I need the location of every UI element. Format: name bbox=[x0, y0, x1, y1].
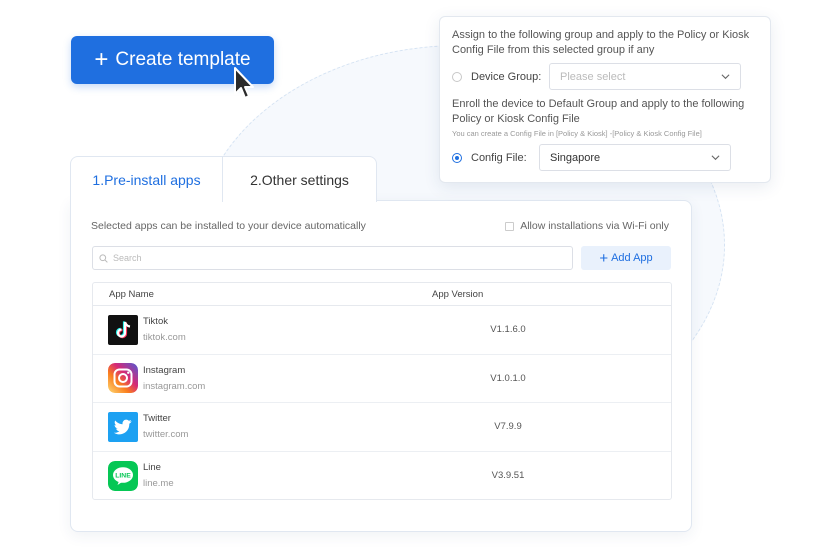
tab-other-settings[interactable]: 2.Other settings bbox=[223, 156, 377, 202]
app-version: V1.1.6.0 bbox=[490, 324, 526, 336]
config-file-label: Config File: bbox=[471, 151, 527, 164]
instagram-icon bbox=[108, 363, 138, 394]
config-file-value: Singapore bbox=[550, 151, 601, 164]
search-icon bbox=[99, 253, 108, 263]
app-name: Instagram bbox=[143, 364, 186, 376]
table-row[interactable]: Tiktok tiktok.com V1.1.6.0 bbox=[93, 306, 671, 355]
assign-description: Assign to the following group and apply … bbox=[452, 29, 750, 56]
pre-install-apps-panel: Selected apps can be installed to your d… bbox=[70, 200, 692, 532]
wifi-only-option[interactable]: Allow installations via Wi-Fi only bbox=[505, 220, 669, 232]
config-file-hint: You can create a Config File in [Policy … bbox=[452, 129, 702, 138]
create-template-label: Create template bbox=[115, 49, 251, 70]
app-version: V1.0.1.0 bbox=[490, 372, 526, 384]
app-name: Line bbox=[143, 462, 161, 474]
twitter-icon bbox=[108, 411, 138, 442]
app-name: Twitter bbox=[143, 413, 171, 425]
app-domain: tiktok.com bbox=[143, 332, 186, 344]
table-header: App Name App Version bbox=[93, 283, 671, 306]
search-placeholder: Search bbox=[113, 253, 142, 263]
app-name: Tiktok bbox=[143, 316, 168, 328]
search-input[interactable]: Search bbox=[92, 246, 573, 270]
mouse-cursor-icon bbox=[234, 67, 254, 99]
device-group-radio[interactable] bbox=[452, 71, 462, 82]
app-domain: instagram.com bbox=[143, 380, 206, 392]
device-group-placeholder: Please select bbox=[560, 70, 626, 83]
settings-tabs: 1.Pre-install apps 2.Other settings bbox=[70, 156, 377, 202]
chevron-down-icon bbox=[721, 74, 730, 80]
table-row[interactable]: Instagram instagram.com V1.0.1.0 bbox=[93, 355, 671, 403]
column-app-version: App Version bbox=[432, 288, 484, 300]
group-config-popup: Assign to the following group and apply … bbox=[439, 16, 771, 183]
device-group-select[interactable]: Please select bbox=[549, 63, 741, 90]
line-icon: LINE bbox=[108, 460, 138, 491]
panel-description: Selected apps can be installed to your d… bbox=[91, 220, 366, 232]
config-file-select[interactable]: Singapore bbox=[539, 144, 731, 171]
device-group-label: Device Group: bbox=[471, 70, 542, 83]
app-domain: twitter.com bbox=[143, 429, 189, 441]
add-app-button[interactable]: + Add App bbox=[581, 246, 671, 270]
plus-icon: + bbox=[94, 46, 109, 73]
app-version: V7.9.9 bbox=[494, 421, 522, 433]
wifi-only-checkbox[interactable] bbox=[505, 221, 515, 231]
config-file-radio[interactable] bbox=[452, 152, 462, 163]
plus-icon: + bbox=[599, 249, 609, 267]
tiktok-icon bbox=[108, 314, 138, 345]
tab-pre-install-apps[interactable]: 1.Pre-install apps bbox=[70, 156, 223, 202]
table-row[interactable]: Twitter twitter.com V7.9.9 bbox=[93, 403, 671, 452]
table-row[interactable]: LINE Line line.me V3.9.51 bbox=[93, 452, 671, 501]
svg-text:LINE: LINE bbox=[115, 472, 131, 479]
app-domain: line.me bbox=[143, 478, 174, 490]
add-app-label: Add App bbox=[611, 252, 653, 264]
column-app-name: App Name bbox=[109, 288, 154, 300]
apps-table: App Name App Version Tiktok tiktok.com V… bbox=[92, 282, 672, 500]
wifi-only-label: Allow installations via Wi-Fi only bbox=[520, 220, 669, 232]
app-version: V3.9.51 bbox=[491, 470, 525, 482]
chevron-down-icon bbox=[711, 155, 720, 161]
enroll-description: Enroll the device to Default Group and a… bbox=[452, 98, 745, 125]
